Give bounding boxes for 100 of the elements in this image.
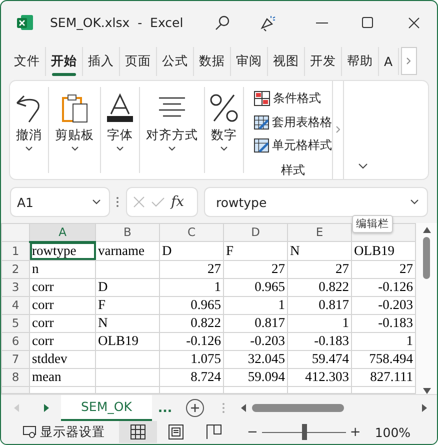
table-cell: 27: [224, 260, 288, 278]
table-cell: 0.817: [288, 296, 352, 314]
grid-icon: [130, 424, 146, 440]
maximize-icon: [362, 16, 374, 29]
table-cell: 0.965: [224, 278, 288, 296]
chevron-right-icon[interactable]: [336, 126, 340, 134]
caret-icon: [92, 199, 101, 206]
table-cell: F: [96, 296, 160, 314]
conditional-format-icon: [254, 91, 270, 106]
ribbon-tab[interactable]: 开始: [46, 46, 83, 76]
ribbon-tab[interactable]: 文件: [9, 46, 46, 76]
cancel-icon: [133, 196, 145, 208]
table-cell: corr: [30, 278, 96, 296]
row-header[interactable]: 7: [2, 350, 30, 368]
page-break-icon: [206, 424, 222, 440]
column-header[interactable]: C: [160, 223, 224, 242]
ribbon-tab[interactable]: 插入: [83, 46, 120, 76]
ribbon-tab[interactable]: A: [379, 48, 399, 75]
zoom-in-button[interactable]: +: [346, 424, 365, 440]
display-settings-button[interactable]: 显示器设置: [23, 424, 105, 441]
formula-field[interactable]: rowtype: [204, 187, 428, 218]
table-cell: D: [96, 278, 160, 296]
excel-logo-icon: [17, 14, 34, 32]
drag-handle-icon[interactable]: [116, 196, 120, 208]
table-cell: varname: [96, 242, 160, 260]
window-title: SEM_OK.xlsx - Excel: [50, 15, 184, 30]
row-header[interactable]: 1: [2, 242, 30, 260]
table-cell: 1: [224, 296, 288, 314]
table-cell: OLB19: [96, 332, 160, 350]
zoom-level: 100%: [374, 424, 411, 440]
table-cell: -0.183: [288, 332, 352, 350]
add-sheet-icon[interactable]: [186, 398, 204, 417]
caret-icon: [70, 146, 78, 151]
view-button[interactable]: [119, 421, 157, 444]
table-cell: 1: [288, 314, 352, 332]
table-cell: rowtype: [30, 242, 96, 260]
zoom-slider-thumb[interactable]: [302, 424, 307, 440]
caret-icon: [25, 146, 33, 151]
column-header[interactable]: B: [96, 223, 160, 242]
expand-ribbon-icon[interactable]: [358, 162, 368, 169]
table-format-icon: [254, 114, 269, 130]
table-cell: 59.474: [288, 350, 352, 368]
column-header[interactable]: D: [224, 223, 288, 242]
row-header[interactable]: 2: [2, 260, 30, 278]
name-box[interactable]: A1: [10, 187, 110, 218]
table-cell: -0.126: [160, 332, 224, 350]
vertical-scrollbar[interactable]: [416, 222, 437, 394]
row-header[interactable]: 3: [2, 278, 30, 296]
column-header[interactable]: E: [288, 223, 352, 242]
close-icon: [408, 16, 420, 29]
splitter-handle-icon[interactable]: [222, 402, 226, 414]
row-header[interactable]: 6: [2, 332, 30, 350]
ribbon-tab[interactable]: 视图: [268, 46, 305, 76]
font-color-icon: [105, 92, 135, 123]
zoom-out-button[interactable]: −: [243, 424, 262, 440]
ribbon-tab[interactable]: 开发: [305, 46, 342, 76]
ribbon-group-button[interactable]: 字体: [101, 86, 140, 173]
row-header[interactable]: 4: [2, 296, 30, 314]
table-cell: 27: [288, 260, 352, 278]
scroll-up-icon[interactable]: [422, 226, 430, 233]
ribbon-group-button[interactable]: 剪贴板: [49, 86, 101, 173]
scroll-right-icon[interactable]: [422, 404, 427, 412]
ribbon-group-button[interactable]: 对齐方式: [140, 86, 205, 173]
monitor-icon: [23, 426, 37, 438]
style-command[interactable]: 条件格式: [254, 86, 332, 110]
scroll-left-icon[interactable]: [241, 404, 246, 412]
scrollbar-thumb[interactable]: [423, 236, 430, 279]
table-cell: corr: [30, 332, 96, 350]
search-icon: [214, 14, 230, 31]
ribbon-tab[interactable]: 页面: [120, 46, 157, 76]
formula-buttons[interactable]: fx: [126, 187, 198, 218]
style-command[interactable]: 单元格样式: [254, 134, 332, 158]
style-command[interactable]: 套用表格格: [254, 110, 332, 134]
row-header[interactable]: 8: [2, 368, 30, 386]
row-header[interactable]: 5: [2, 314, 30, 332]
table-cell: 0.822: [288, 278, 352, 296]
ribbon-tab[interactable]: 审阅: [231, 46, 268, 76]
ribbon-tab[interactable]: 数据: [194, 46, 231, 76]
caret-icon: [116, 146, 124, 151]
table-cell: mean: [30, 368, 96, 386]
sheet-tab[interactable]: SEM_OK: [61, 394, 152, 421]
table-cell: 1: [160, 278, 224, 296]
check-icon: [151, 196, 165, 208]
page-layout-icon: [168, 424, 184, 440]
table-cell: 0.817: [224, 314, 288, 332]
ribbon-group-button[interactable]: 撤消: [10, 86, 49, 173]
table-cell: 27: [160, 260, 224, 278]
sheet-tab[interactable]: ...: [152, 394, 178, 421]
cell-style-icon: [254, 138, 269, 154]
column-header[interactable]: A: [30, 223, 96, 242]
minimize-icon: [316, 22, 328, 24]
table-cell: D: [160, 242, 224, 260]
scrollbar-thumb[interactable]: [252, 404, 344, 412]
ribbon-tab[interactable]: 公式: [157, 46, 194, 76]
next-sheet-icon[interactable]: [44, 404, 48, 412]
ribbon-tab[interactable]: 帮助: [342, 46, 379, 76]
ribbon-group-button[interactable]: 数字: [205, 86, 244, 173]
table-cell: 59.094: [224, 368, 288, 386]
table-cell: corr: [30, 296, 96, 314]
table-cell: 0.822: [160, 314, 224, 332]
